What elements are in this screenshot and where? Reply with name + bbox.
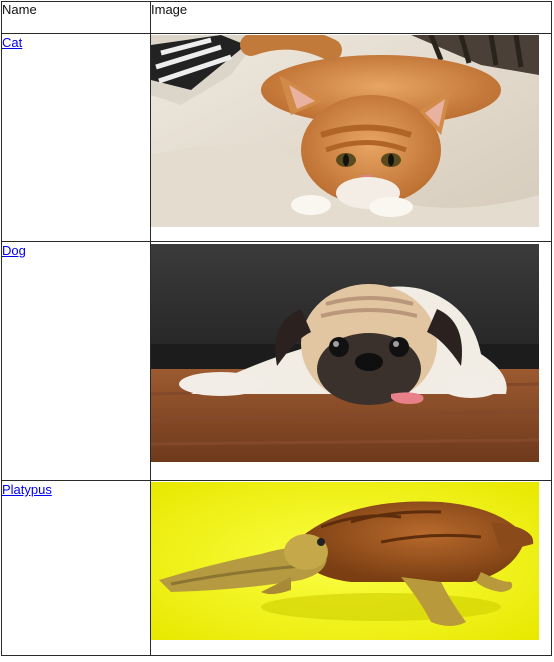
- name-cell: Cat: [1, 33, 151, 242]
- column-header-image: Image: [150, 1, 552, 34]
- table-row: Dog: [1, 241, 552, 481]
- name-cell: Dog: [1, 241, 151, 481]
- animals-table: Name Image Cat Dog Platypus: [1, 1, 552, 656]
- cat-photo: [151, 35, 539, 227]
- animal-link-platypus[interactable]: Platypus: [2, 482, 52, 497]
- column-header-name: Name: [1, 1, 151, 34]
- image-cell: [150, 241, 552, 481]
- image-cell: [150, 480, 552, 656]
- platypus-photo: [151, 482, 539, 640]
- pug-photo: [151, 244, 539, 462]
- animal-link-dog[interactable]: Dog: [2, 243, 26, 258]
- table-row: Platypus: [1, 480, 552, 656]
- name-cell: Platypus: [1, 480, 151, 656]
- table-row: Cat: [1, 33, 552, 242]
- image-cell: [150, 33, 552, 242]
- table-header-row: Name Image: [1, 1, 552, 34]
- animal-link-cat[interactable]: Cat: [2, 35, 22, 50]
